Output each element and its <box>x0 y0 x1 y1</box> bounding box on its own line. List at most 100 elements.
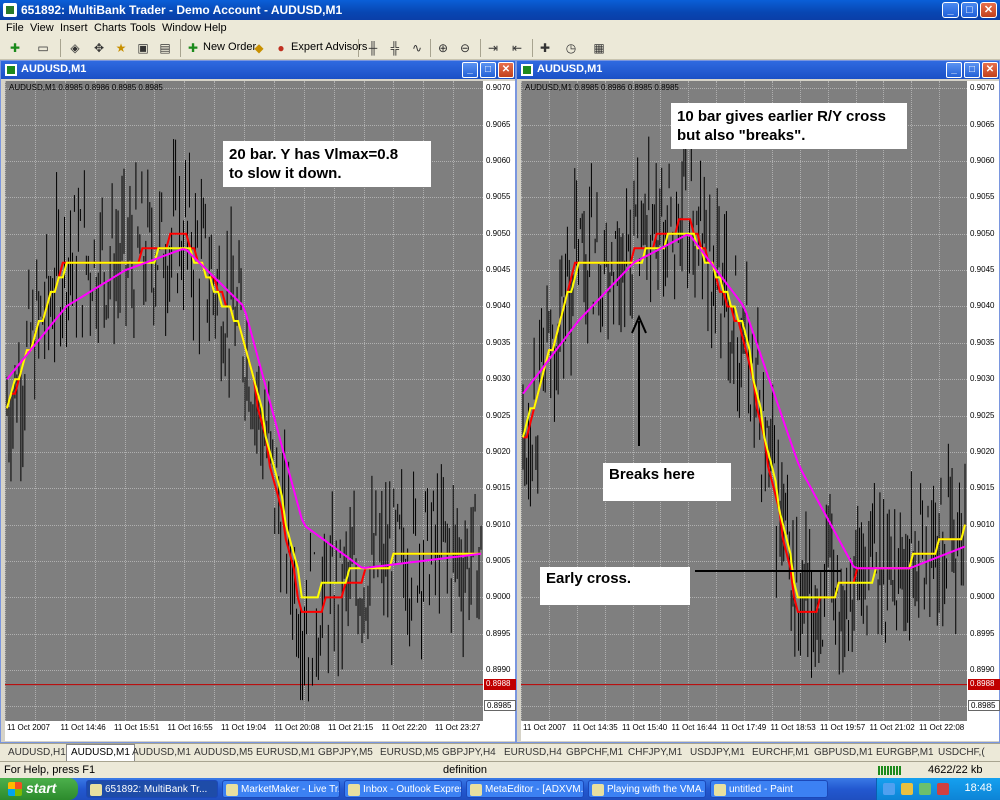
chart-minimize-button[interactable]: _ <box>946 62 962 78</box>
data-window-icon[interactable]: ✥ <box>90 39 108 57</box>
market-watch-icon[interactable]: ◈ <box>66 39 84 57</box>
maximize-button[interactable]: □ <box>961 2 978 18</box>
price-tick-label: 0.8995 <box>970 628 995 638</box>
periods-icon[interactable]: ◷ <box>562 39 580 57</box>
time-tick-label: 11 Oct 21:02 <box>869 723 915 732</box>
metaeditor-icon[interactable]: ◆ <box>250 39 268 57</box>
price-tick-label: 0.8995 <box>486 628 511 638</box>
time-tick-label: 11 Oct 14:46 <box>60 723 106 732</box>
task-label: untitled - Paint <box>729 784 793 795</box>
early-cross-label: Early cross. <box>540 567 690 605</box>
chart-icon <box>5 64 17 76</box>
status-help-text: For Help, press F1 <box>4 764 96 776</box>
templates-icon[interactable]: ▦ <box>590 39 608 57</box>
chart-tab[interactable]: USDCHF,( <box>934 745 989 761</box>
chart-tab[interactable]: USDJPY,M1 <box>686 745 749 761</box>
line-chart-icon[interactable]: ∿ <box>408 39 426 57</box>
price-tick-label: 0.9040 <box>486 301 511 311</box>
close-button[interactable]: ✕ <box>980 2 997 18</box>
menu-insert[interactable]: Insert <box>60 22 88 34</box>
minimize-button[interactable]: _ <box>942 2 959 18</box>
bar-chart-icon[interactable]: ╫ <box>364 39 382 57</box>
price-tick-label: 0.9015 <box>970 483 995 493</box>
chart-plot-area[interactable]: AUDUSD,M1 0.8985 0.8986 0.8985 0.8985 20… <box>5 81 484 721</box>
candlestick-icon[interactable]: ╬ <box>386 39 404 57</box>
chart-tab[interactable]: EURUSD,M1 <box>252 745 319 761</box>
taskbar-task[interactable]: untitled - Paint <box>710 780 828 798</box>
chart-tab[interactable]: GBPCHF,M1 <box>562 745 627 761</box>
price-tick-label: 0.8990 <box>486 665 511 675</box>
menu-window[interactable]: Window <box>162 22 201 34</box>
chart-tab[interactable]: EURGBP,M1 <box>872 745 938 761</box>
time-tick-label: 11 Oct 15:51 <box>114 723 160 732</box>
network-icon[interactable] <box>883 783 895 795</box>
chart-tab[interactable]: CHFJPY,M1 <box>624 745 686 761</box>
tester-icon[interactable]: ▤ <box>156 39 174 57</box>
chart-tab[interactable]: GBPJPY,M5 <box>314 745 377 761</box>
new-chart-icon[interactable]: ✚ <box>6 39 24 57</box>
system-tray: 18:48 <box>876 778 1000 800</box>
chart-window-right: AUDUSD,M1 _ □ ✕ AUDUSD,M1 0.8985 0.8986 … <box>516 60 1000 743</box>
indicators-icon[interactable]: ✚ <box>536 39 554 57</box>
zoom-in-icon[interactable]: ⊕ <box>434 39 452 57</box>
new-order-icon[interactable]: ✚ <box>184 39 202 57</box>
menu-charts[interactable]: Charts <box>94 22 126 34</box>
bid-price-badge: 0.8988 <box>484 678 516 690</box>
volume-icon[interactable] <box>937 783 949 795</box>
menu-help[interactable]: Help <box>204 22 227 34</box>
chart-maximize-button[interactable]: □ <box>480 62 496 78</box>
chart-window-title: AUDUSD,M1 <box>537 63 603 75</box>
chart-tab[interactable]: EURUSD,M5 <box>376 745 443 761</box>
app-tray-icon[interactable] <box>919 783 931 795</box>
taskbar-task[interactable]: MarketMaker - Live Tr... <box>222 780 340 798</box>
expert-advisors-icon[interactable]: ● <box>272 39 290 57</box>
price-tick-label: 0.9070 <box>486 83 511 93</box>
profiles-icon[interactable]: ▭ <box>34 39 52 57</box>
start-button[interactable]: start <box>0 778 78 800</box>
chart-maximize-button[interactable]: □ <box>964 62 980 78</box>
taskbar-task[interactable]: Playing with the VMA... <box>588 780 706 798</box>
chart-shift-icon[interactable]: ⇤ <box>508 39 526 57</box>
taskbar-task[interactable]: MetaEditor - [ADXVM... <box>466 780 584 798</box>
chart-close-button[interactable]: ✕ <box>498 62 514 78</box>
auto-scroll-icon[interactable]: ⇥ <box>484 39 502 57</box>
annotation-line-1: 10 bar gives earlier R/Y cross <box>677 108 887 125</box>
taskbar-task[interactable]: Inbox - Outlook Express <box>344 780 462 798</box>
chart-tab[interactable]: AUDUSD,M1 <box>128 745 195 761</box>
chart-tab[interactable]: AUDUSD,H1 <box>4 745 70 761</box>
price-tick-label: 0.9035 <box>970 337 995 347</box>
task-label: MarketMaker - Live Tr... <box>241 784 340 795</box>
price-tick-label: 0.9000 <box>486 592 511 602</box>
chart-tab[interactable]: AUDUSD,M1 <box>66 744 135 762</box>
chart-tab[interactable]: AUDUSD,M5 <box>190 745 257 761</box>
chart-window-left: AUDUSD,M1 _ □ ✕ AUDUSD,M1 0.8985 0.8986 … <box>0 60 516 743</box>
expert-advisors-button[interactable]: Expert Advisors <box>291 41 367 53</box>
price-tick-label: 0.9020 <box>970 446 995 456</box>
chart-tab[interactable]: EURCHF,M1 <box>748 745 813 761</box>
task-label: Inbox - Outlook Express <box>363 784 462 795</box>
price-tick-label: 0.9010 <box>970 519 995 529</box>
vma-yellow-line <box>6 247 481 599</box>
time-tick-label: 11 Oct 16:55 <box>167 723 213 732</box>
time-tick-label: 11 Oct 2007 <box>523 723 566 732</box>
terminal-icon[interactable]: ▣ <box>134 39 152 57</box>
chart-tab[interactable]: EURUSD,H4 <box>500 745 566 761</box>
security-icon[interactable] <box>901 783 913 795</box>
menu-file[interactable]: File <box>6 22 24 34</box>
task-app-icon <box>348 784 360 796</box>
chart-minimize-button[interactable]: _ <box>462 62 478 78</box>
zoom-out-icon[interactable]: ⊖ <box>456 39 474 57</box>
menu-view[interactable]: View <box>30 22 54 34</box>
chart-plot-area[interactable]: AUDUSD,M1 0.8985 0.8986 0.8985 0.8985 10… <box>521 81 968 721</box>
chart-tab[interactable]: GBPJPY,H4 <box>438 745 500 761</box>
app-icon <box>3 3 17 17</box>
navigator-icon[interactable]: ★ <box>112 39 130 57</box>
taskbar-task[interactable]: 651892: MultiBank Tr... <box>86 780 218 798</box>
current-price-badge: 0.8985 <box>968 700 1000 712</box>
time-scale: 11 Oct 2007 11 Oct 14:46 11 Oct 15:51 11 Oc… <box>5 721 515 741</box>
vma-magenta-line <box>522 233 966 570</box>
menu-tools[interactable]: Tools <box>130 22 156 34</box>
chart-tab[interactable]: GBPUSD,M1 <box>810 745 877 761</box>
chart-close-button[interactable]: ✕ <box>982 62 998 78</box>
new-order-button[interactable]: New Order <box>203 41 256 53</box>
